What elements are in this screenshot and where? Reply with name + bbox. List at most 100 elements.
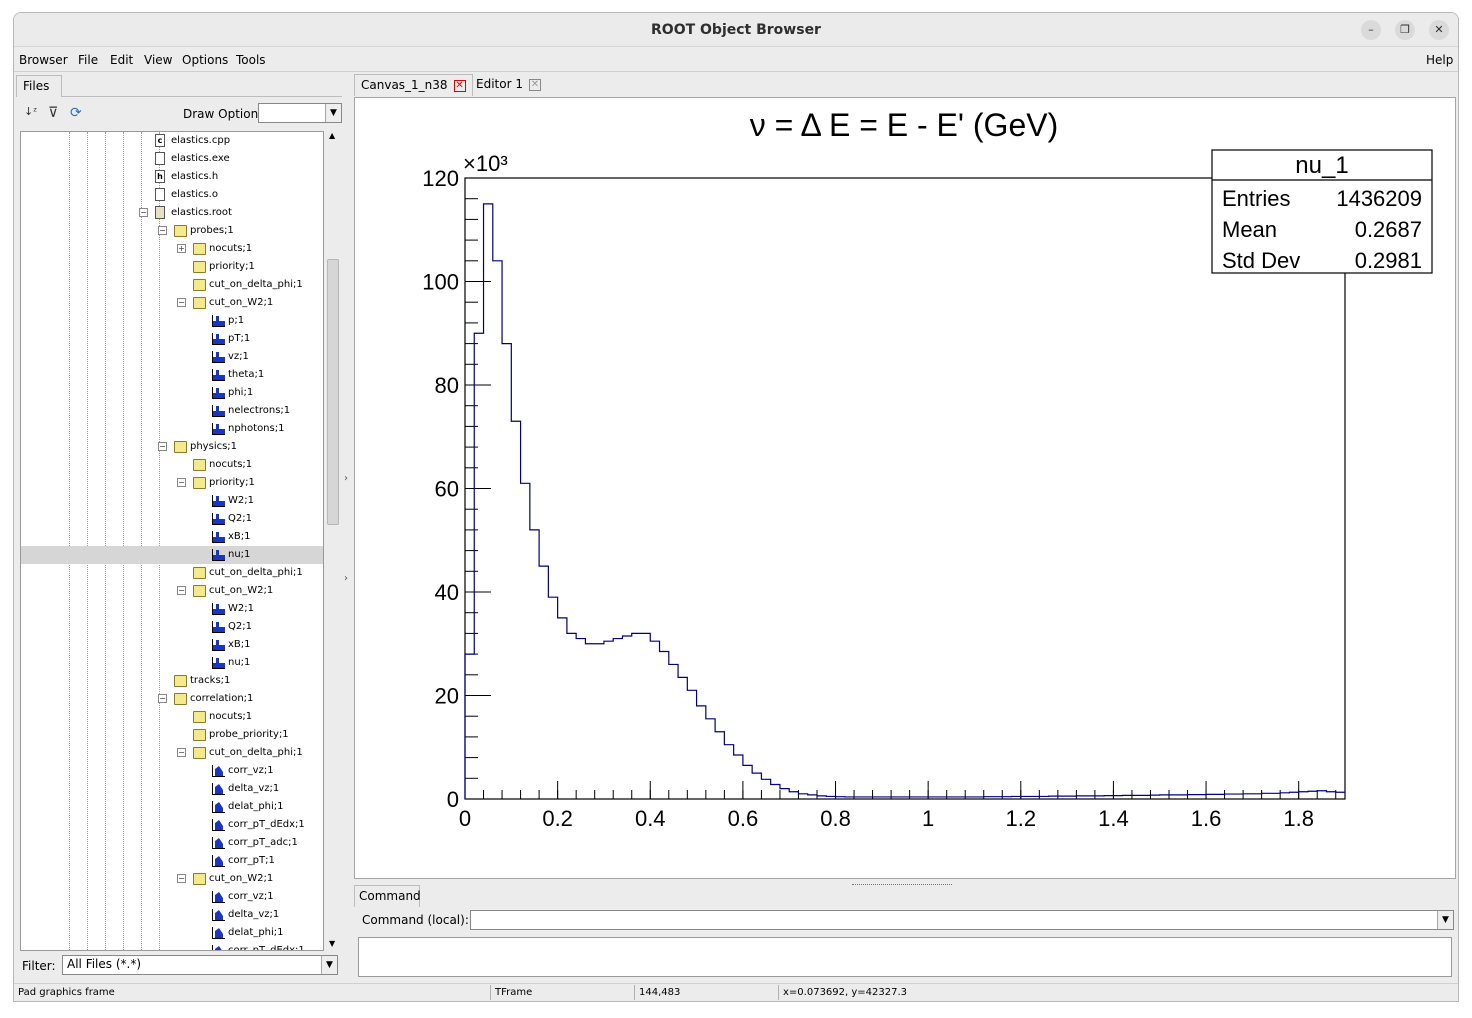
tab-canvas[interactable]: Canvas_1_n38 ✕ — [354, 74, 473, 96]
tree-item[interactable]: elastics.o — [21, 186, 323, 204]
chevron-down-icon[interactable]: ▼ — [1437, 911, 1453, 929]
tree-item[interactable]: elastics.exe — [21, 150, 323, 168]
collapse-icon[interactable]: − — [177, 748, 186, 757]
tree-item[interactable]: nu;1 — [21, 546, 323, 564]
tree-item[interactable]: delta_vz;1 — [21, 780, 323, 798]
tree-item[interactable]: − cut_on_W2;1 — [21, 582, 323, 600]
tab-editor[interactable]: Editor 1 ✕ — [470, 74, 547, 96]
tree-item[interactable]: tracks;1 — [21, 672, 323, 690]
tree-item[interactable]: pT;1 — [21, 330, 323, 348]
tree-item[interactable]: + nocuts;1 — [21, 240, 323, 258]
tree-item[interactable]: delta_vz;1 — [21, 906, 323, 924]
tree-item[interactable]: Q2;1 — [21, 510, 323, 528]
tab-files[interactable]: Files — [16, 75, 62, 97]
tree-item[interactable]: − priority;1 — [21, 474, 323, 492]
tree-item[interactable]: nocuts;1 — [21, 456, 323, 474]
filter-select[interactable]: All Files (*.*) ▼ — [62, 955, 338, 975]
tree-item[interactable]: theta;1 — [21, 366, 323, 384]
tree-item[interactable]: delat_phi;1 — [21, 924, 323, 942]
collapse-arrow-icon[interactable]: › — [344, 573, 348, 584]
collapse-icon[interactable]: − — [177, 874, 186, 883]
tree-item[interactable]: c elastics.cpp — [21, 132, 323, 150]
draw-option-select[interactable]: ▼ — [258, 103, 342, 123]
tree-item[interactable]: − cut_on_delta_phi;1 — [21, 744, 323, 762]
collapse-icon[interactable]: − — [139, 208, 148, 217]
tree-item[interactable]: W2;1 — [21, 600, 323, 618]
tree-item[interactable]: corr_vz;1 — [21, 762, 323, 780]
tree-item[interactable]: corr_pT_adc;1 — [21, 834, 323, 852]
tree-item[interactable]: − probes;1 — [21, 222, 323, 240]
tree-item[interactable]: − cut_on_W2;1 — [21, 870, 323, 888]
tree-item[interactable]: − correlation;1 — [21, 690, 323, 708]
menu-tools[interactable]: Tools — [236, 53, 266, 67]
collapse-icon[interactable]: − — [158, 694, 167, 703]
stats-box[interactable]: nu_1 Entries 1436209 Mean 0.2687 Std Dev… — [1211, 149, 1433, 274]
tree-item[interactable]: h elastics.h — [21, 168, 323, 186]
tree-item[interactable]: priority;1 — [21, 258, 323, 276]
collapse-icon[interactable]: − — [177, 298, 186, 307]
tree-item[interactable]: delat_phi;1 — [21, 798, 323, 816]
tree-item[interactable]: nu;1 — [21, 654, 323, 672]
scrollbar-thumb[interactable] — [327, 259, 339, 525]
minimize-icon[interactable]: – — [1361, 20, 1381, 40]
collapse-arrow-icon[interactable]: › — [344, 473, 348, 484]
collapse-icon[interactable]: − — [158, 226, 167, 235]
tab-command[interactable]: Command — [354, 885, 421, 907]
histogram-icon — [212, 621, 225, 633]
menu-edit[interactable]: Edit — [110, 53, 133, 67]
root-canvas[interactable]: ν = Δ E = E - E' (GeV) ×10³ 0 0.2 0.4 0.6 0.… — [354, 97, 1456, 879]
tree-item[interactable]: nphotons;1 — [21, 420, 323, 438]
scroll-down-icon[interactable]: ▼ — [329, 939, 335, 948]
tree-item[interactable]: corr_pT_dEdx;1 — [21, 816, 323, 834]
collapse-icon[interactable]: − — [177, 586, 186, 595]
browser-panel: Files ↓ᶻ ⊽ ⟳ Draw Option: ▼ c elastics.cp… — [14, 73, 344, 989]
tree-item[interactable]: − cut_on_W2;1 — [21, 294, 323, 312]
tree-item[interactable]: corr_pT_dEdx;1 — [21, 942, 323, 950]
tree-item[interactable]: probe_priority;1 — [21, 726, 323, 744]
tree-item[interactable]: − elastics.root — [21, 204, 323, 222]
scroll-up-icon[interactable]: ▲ — [329, 131, 335, 140]
title-bar[interactable]: ROOT Object Browser – ❐ ✕ — [14, 13, 1458, 47]
tree-item-label: xB;1 — [228, 639, 251, 650]
tree-item-label: corr_pT_adc;1 — [228, 837, 298, 848]
refresh-icon[interactable]: ⟳ — [70, 105, 82, 121]
tree-item[interactable]: phi;1 — [21, 384, 323, 402]
tree-item[interactable]: corr_vz;1 — [21, 888, 323, 906]
chevron-down-icon[interactable]: ▼ — [321, 956, 337, 974]
command-input[interactable]: ▼ — [470, 910, 1454, 930]
tree-item[interactable]: − physics;1 — [21, 438, 323, 456]
menu-browser[interactable]: Browser — [19, 53, 68, 67]
tree-item[interactable]: W2;1 — [21, 492, 323, 510]
close-icon[interactable]: ✕ — [1429, 20, 1449, 40]
tree-item[interactable]: p;1 — [21, 312, 323, 330]
command-output[interactable] — [358, 937, 1452, 977]
tree-item[interactable]: nocuts;1 — [21, 708, 323, 726]
collapse-icon[interactable]: − — [158, 442, 167, 451]
menu-help[interactable]: Help — [1426, 53, 1453, 67]
tree-item[interactable]: cut_on_delta_phi;1 — [21, 276, 323, 294]
tree-item[interactable]: cut_on_delta_phi;1 — [21, 564, 323, 582]
tree-item[interactable]: Q2;1 — [21, 618, 323, 636]
tree-item[interactable]: vz;1 — [21, 348, 323, 366]
expand-icon[interactable]: + — [177, 244, 186, 253]
filter-icon[interactable]: ⊽ — [48, 105, 58, 121]
chevron-down-icon[interactable]: ▼ — [325, 104, 341, 122]
command-area: Command Command (local): ▼ — [354, 885, 1456, 985]
histogram-plot[interactable]: ν = Δ E = E - E' (GeV) ×10³ 0 0.2 0.4 0.6 0.… — [355, 98, 1455, 878]
sort-icon[interactable]: ↓ᶻ — [24, 105, 37, 118]
menu-file[interactable]: File — [78, 53, 98, 67]
close-tab-icon[interactable]: ✕ — [528, 78, 541, 91]
close-tab-icon[interactable]: ✕ — [453, 79, 466, 92]
maximize-icon[interactable]: ❐ — [1395, 20, 1415, 40]
tree-item[interactable]: xB;1 — [21, 528, 323, 546]
menu-view[interactable]: View — [144, 53, 172, 67]
tree-item[interactable]: nelectrons;1 — [21, 402, 323, 420]
tree-item[interactable]: xB;1 — [21, 636, 323, 654]
tree-item[interactable]: corr_pT;1 — [21, 852, 323, 870]
collapse-icon[interactable]: − — [177, 478, 186, 487]
vertical-splitter[interactable]: › › — [344, 73, 352, 989]
tree-item-label: nu;1 — [228, 657, 251, 668]
menu-options[interactable]: Options — [182, 53, 228, 67]
tree-scrollbar[interactable]: ▲ ▼ — [326, 131, 340, 951]
y-tick-label: 60 — [435, 477, 459, 502]
